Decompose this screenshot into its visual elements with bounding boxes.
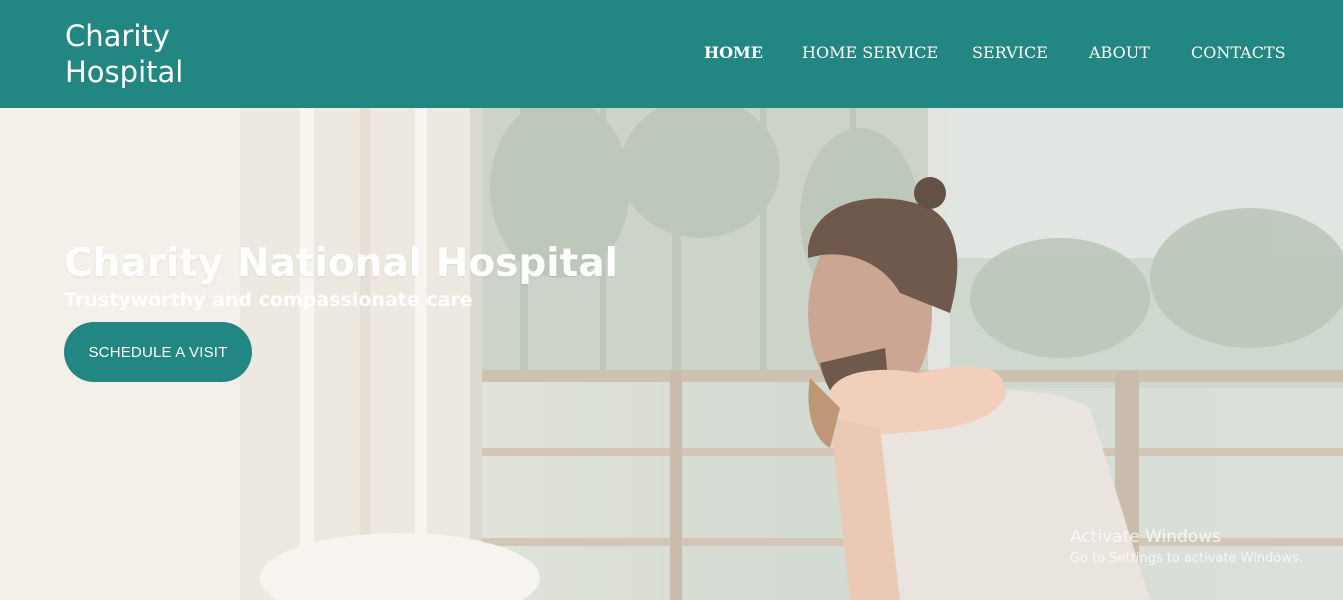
watermark-subtitle: Go to Settings to activate Windows.: [1070, 551, 1303, 566]
nav-about[interactable]: ABOUT: [1089, 42, 1150, 64]
hero-section: Charity National Hospital Trustyworthy a…: [0, 108, 1343, 600]
nav-home[interactable]: HOME: [704, 42, 763, 64]
activate-windows-watermark: Activate Windows Go to Settings to activ…: [1070, 526, 1303, 568]
main-nav: HOME HOME SERVICE SERVICE ABOUT CONTACTS: [0, 42, 1343, 66]
nav-contacts[interactable]: CONTACTS: [1191, 42, 1286, 64]
nav-service[interactable]: SERVICE: [972, 42, 1048, 64]
nav-home-service[interactable]: HOME SERVICE: [802, 42, 938, 64]
hero-subtitle: Trustyworthy and compassionate care: [64, 289, 473, 311]
site-header: Charity Hospital HOME HOME SERVICE SERVI…: [0, 0, 1343, 108]
schedule-visit-button[interactable]: SCHEDULE A VISIT: [64, 322, 252, 382]
watermark-title: Activate Windows: [1070, 527, 1221, 547]
hero-title: Charity National Hospital: [64, 241, 618, 286]
